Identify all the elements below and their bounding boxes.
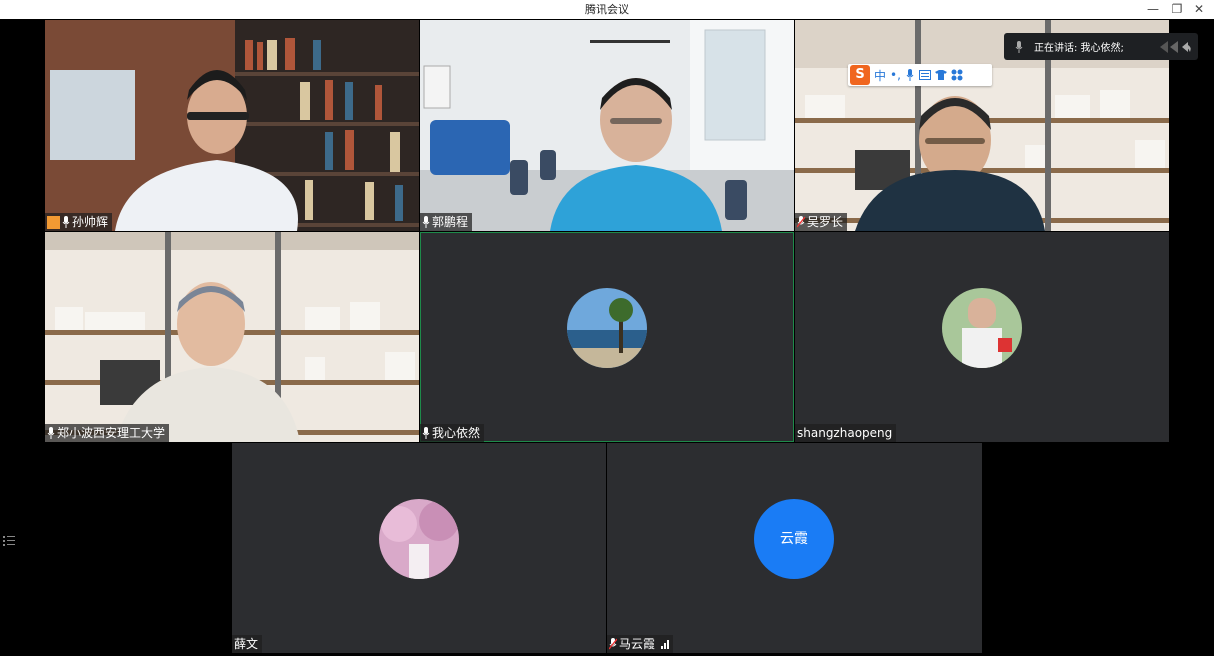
skin-icon[interactable] — [934, 70, 947, 80]
speaking-indicator[interactable]: 正在讲话: 我心依然; — [1004, 33, 1198, 60]
keyboard-icon[interactable] — [918, 70, 931, 80]
participant-avatar-initials: 云霞 — [754, 499, 834, 579]
mic-muted-icon — [609, 638, 617, 650]
host-icon — [47, 215, 60, 229]
participant-name: 郑小波西安理工大学 — [57, 426, 166, 440]
speaking-text: 正在讲话: 我心依然; — [1034, 43, 1124, 54]
mic-icon — [47, 427, 55, 439]
video-feed — [420, 20, 794, 231]
video-tile-zheng[interactable]: 郑小波西安理工大学 — [45, 232, 419, 442]
participant-name-tag: shangzhaopeng — [795, 424, 897, 442]
participant-name-tag: 薛文 — [232, 635, 263, 653]
restore-button[interactable]: ❐ — [1166, 0, 1188, 19]
collapse-arrows-icon[interactable] — [1156, 39, 1192, 55]
ime-punct-toggle[interactable]: •, — [890, 68, 901, 82]
mic-icon — [422, 427, 430, 439]
participant-name: 马云霞 — [619, 637, 656, 651]
participant-avatar — [942, 288, 1022, 368]
participant-avatar — [567, 288, 647, 368]
mic-icon — [422, 216, 430, 228]
member-list-icon[interactable] — [3, 535, 17, 549]
participant-name: 我心依然 — [432, 426, 481, 440]
ime-mode-toggle[interactable]: 中 — [874, 67, 886, 84]
participant-name: 孙帅辉 — [72, 215, 109, 229]
toolbox-icon[interactable] — [951, 69, 963, 81]
video-tile-guo[interactable]: 郭鹏程 — [420, 20, 794, 231]
participant-name-tag: 郭鹏程 — [420, 213, 473, 231]
window-title: 腾讯会议 — [585, 3, 629, 16]
video-tile-mayunxia[interactable]: 云霞 马云霞 — [607, 443, 982, 653]
ime-logo[interactable]: S — [850, 65, 870, 85]
participant-name: shangzhaopeng — [797, 426, 893, 440]
mic-icon — [62, 216, 70, 228]
mic-icon — [1015, 40, 1023, 53]
participant-name-tag: 马云霞 — [607, 635, 674, 653]
video-tile-woxinyiran[interactable]: 我心依然 — [420, 232, 794, 442]
participant-name: 郭鹏程 — [432, 215, 469, 229]
signal-strength-icon — [661, 639, 670, 649]
mic-icon[interactable] — [905, 69, 915, 81]
video-tile-sun[interactable]: 孙帅辉 — [45, 20, 419, 231]
participant-avatar — [379, 499, 459, 579]
video-feed — [45, 232, 419, 442]
video-tile-xuewen[interactable]: 薛文 — [232, 443, 606, 653]
ime-toolbar[interactable]: S 中 •, — [848, 64, 992, 86]
participant-name-tag: 孙帅辉 — [45, 213, 113, 231]
participant-name: 薛文 — [234, 637, 259, 651]
participant-name-tag: 郑小波西安理工大学 — [45, 424, 170, 442]
window-title-bar: 腾讯会议 — ❐ ✕ — [0, 0, 1214, 19]
participant-name-tag: 我心依然 — [420, 424, 485, 442]
video-feed — [45, 20, 419, 231]
participant-name: 吴罗长 — [807, 215, 844, 229]
minimize-button[interactable]: — — [1142, 0, 1164, 19]
video-tile-shangzhaopeng[interactable]: shangzhaopeng — [795, 232, 1169, 442]
close-button[interactable]: ✕ — [1188, 0, 1210, 19]
mic-muted-icon — [797, 216, 805, 228]
participant-name-tag: 吴罗长 — [795, 213, 848, 231]
